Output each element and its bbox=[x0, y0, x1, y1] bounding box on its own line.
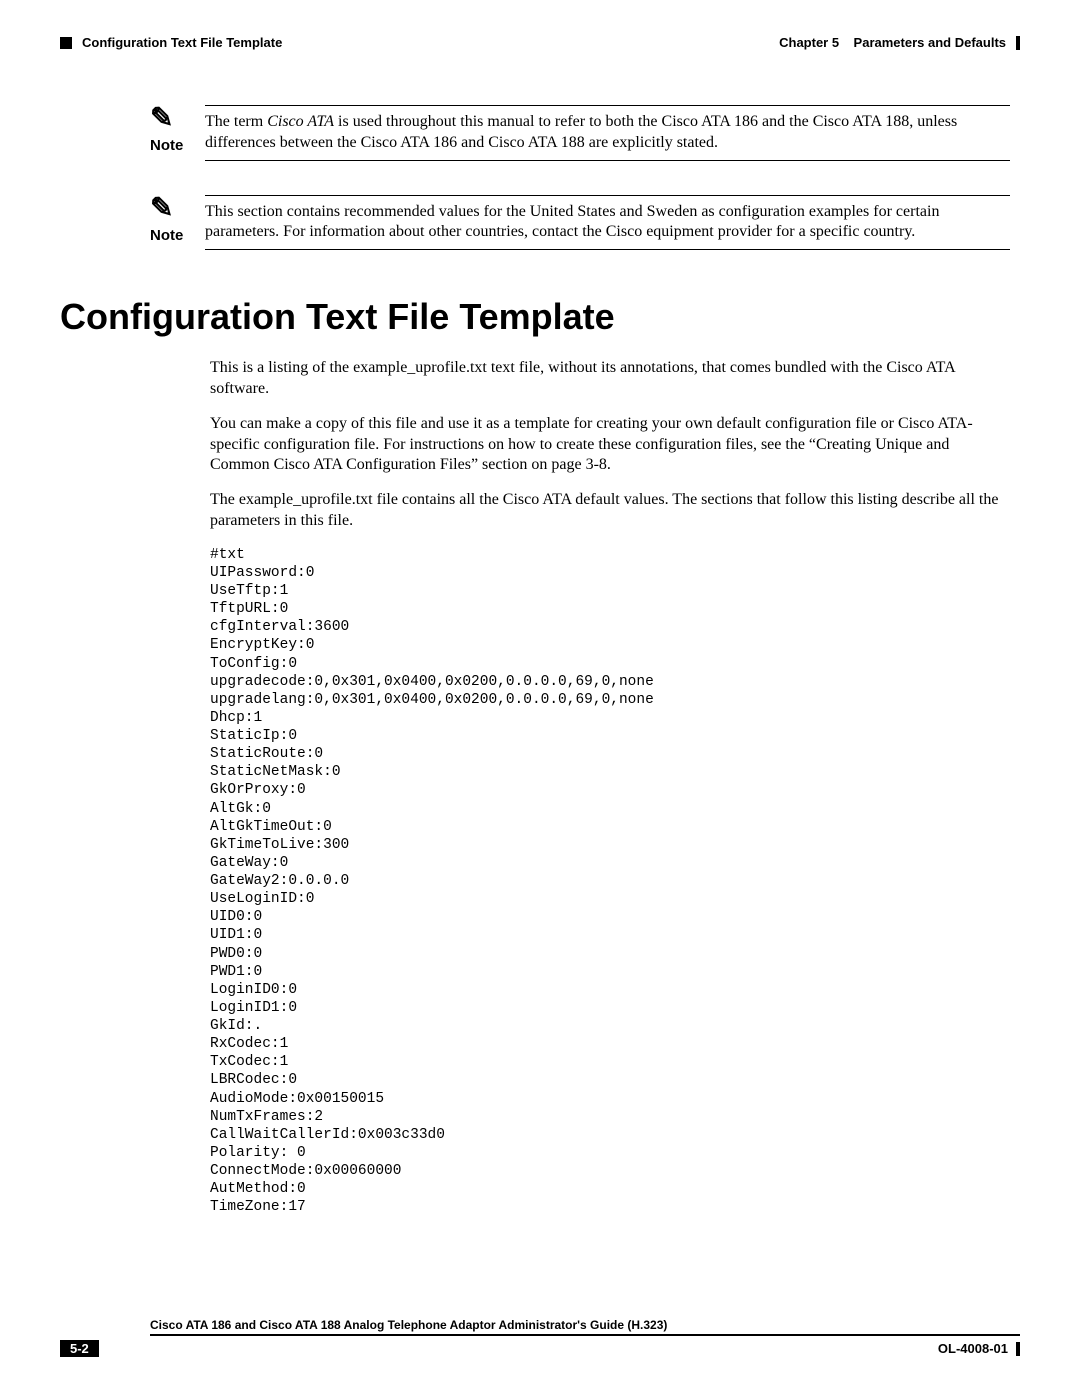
footer-doc-title: Cisco ATA 186 and Cisco ATA 188 Analog T… bbox=[150, 1318, 1020, 1332]
section-heading: Configuration Text File Template bbox=[60, 296, 1020, 338]
document-page: Configuration Text File Template Chapter… bbox=[0, 0, 1080, 1397]
body-content: This is a listing of the example_uprofil… bbox=[210, 358, 1010, 1216]
page-footer: Cisco ATA 186 and Cisco ATA 188 Analog T… bbox=[60, 1318, 1020, 1357]
header-section: Configuration Text File Template bbox=[82, 35, 282, 50]
vbar-icon bbox=[1016, 1342, 1020, 1356]
note-text: The term Cisco ATA is used throughout th… bbox=[205, 112, 1010, 154]
note-divider bbox=[205, 160, 1010, 161]
header-left: Configuration Text File Template bbox=[60, 35, 282, 50]
paragraph: This is a listing of the example_uprofil… bbox=[210, 358, 1010, 400]
footer-rule bbox=[150, 1334, 1020, 1336]
block-icon bbox=[60, 37, 72, 49]
config-code-listing: #txt UIPassword:0 UseTftp:1 TftpURL:0 cf… bbox=[210, 546, 1010, 1217]
vbar-icon bbox=[1016, 36, 1020, 50]
pencil-icon: ✎ bbox=[150, 105, 173, 133]
paragraph: The example_uprofile.txt file contains a… bbox=[210, 490, 1010, 532]
note-divider bbox=[205, 105, 1010, 106]
note-divider bbox=[205, 195, 1010, 196]
doc-code: OL-4008-01 bbox=[938, 1341, 1008, 1356]
footer-right: OL-4008-01 bbox=[938, 1341, 1020, 1356]
note-label: Note bbox=[150, 137, 183, 154]
page-header: Configuration Text File Template Chapter… bbox=[60, 35, 1020, 50]
header-chapter: Chapter 5 Parameters and Defaults bbox=[779, 35, 1006, 50]
footer-left: 5-2 bbox=[60, 1340, 107, 1357]
header-right: Chapter 5 Parameters and Defaults bbox=[779, 35, 1020, 50]
page-number: 5-2 bbox=[60, 1340, 99, 1357]
note-block-1: ✎ Note The term Cisco ATA is used throug… bbox=[150, 105, 1010, 167]
note-text: This section contains recommended values… bbox=[205, 202, 1010, 244]
pencil-icon: ✎ bbox=[150, 195, 173, 223]
note-divider bbox=[205, 249, 1010, 250]
paragraph: You can make a copy of this file and use… bbox=[210, 414, 1010, 476]
note-label: Note bbox=[150, 227, 183, 244]
note-block-2: ✎ Note This section contains recommended… bbox=[150, 195, 1010, 257]
